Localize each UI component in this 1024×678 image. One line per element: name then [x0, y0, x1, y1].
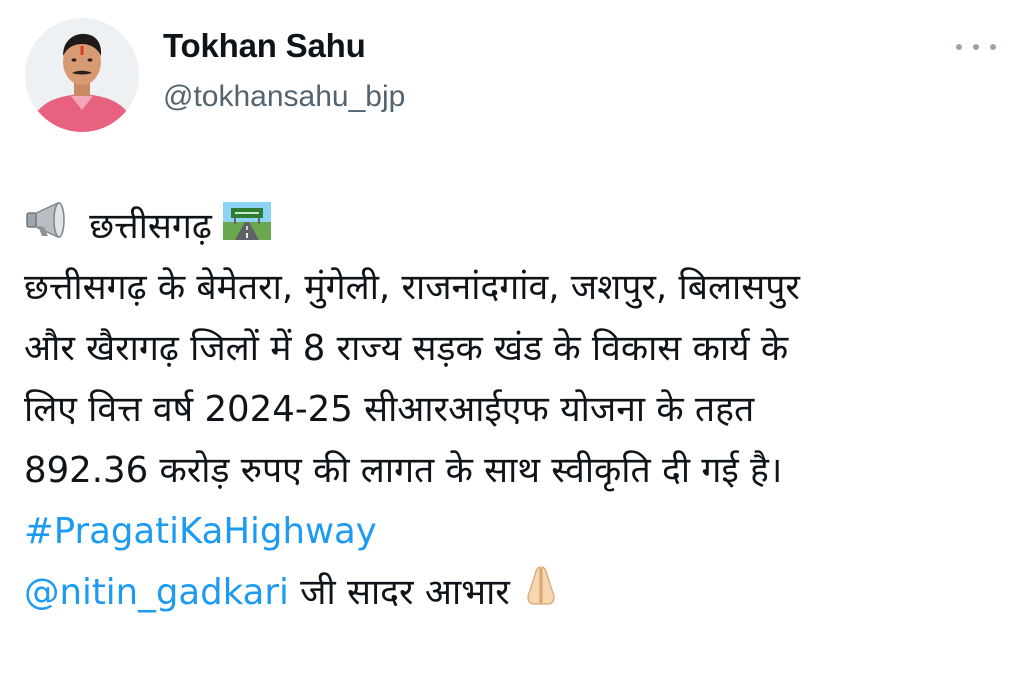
- more-dot: [956, 44, 962, 50]
- more-dot: [990, 44, 996, 50]
- more-options-icon[interactable]: [956, 34, 996, 60]
- profile-photo: [25, 18, 139, 132]
- tweet-line-6: #PragatiKaHighway: [24, 501, 1004, 562]
- tweet-text: छत्तीसगढ़ छत्तीसगढ़ के बेमेतरा, मुंगेली,…: [24, 196, 1004, 623]
- tweet-line-3: और खैरागढ़ जिलों में 8 राज्य सड़क खंड के…: [24, 328, 789, 369]
- hashtag-link[interactable]: #PragatiKaHighway: [24, 511, 377, 552]
- tweet-line-5: 892.36 करोड़ रुपए की लागत के साथ स्वीकृत…: [24, 450, 783, 491]
- tweet-line-4: लिए वित्त वर्ष 2024-25 सीआरआईएफ योजना के…: [24, 389, 755, 430]
- display-name[interactable]: Tokhan Sahu: [163, 27, 366, 65]
- tweet-line-1: छत्तीसगढ़: [24, 196, 1004, 257]
- user-handle[interactable]: @tokhansahu_bjp: [163, 80, 405, 114]
- motorway-icon: [223, 198, 272, 259]
- tweet-heading: छत्तीसगढ़: [89, 206, 212, 247]
- thanks-text: जी सादर आभार: [288, 572, 522, 613]
- megaphone-icon: [24, 198, 78, 259]
- avatar[interactable]: [25, 18, 139, 132]
- folded-hands-icon: [521, 563, 561, 626]
- tweet-line-7: @nitin_gadkari जी सादर आभार: [24, 562, 1004, 623]
- more-dot: [973, 44, 979, 50]
- tweet-line-2: छत्तीसगढ़ के बेमेतरा, मुंगेली, राजनांदगा…: [24, 267, 800, 308]
- mention-link[interactable]: @nitin_gadkari: [24, 572, 289, 613]
